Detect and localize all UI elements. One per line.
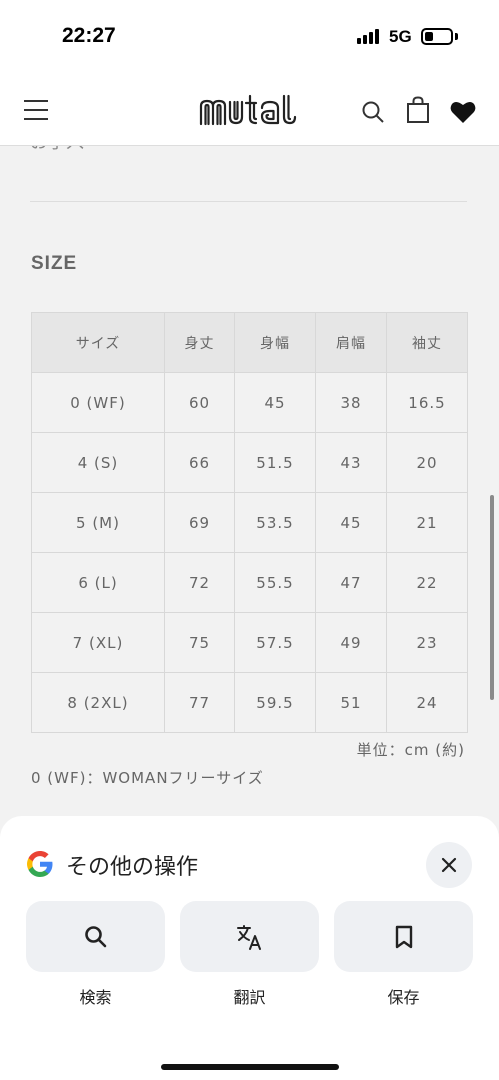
column-header: 肩幅 bbox=[315, 312, 387, 373]
table-cell: 20 bbox=[386, 432, 468, 493]
column-header: 身丈 bbox=[164, 312, 235, 373]
bookmark-icon bbox=[395, 925, 413, 949]
table-header-row: サイズ 身丈 身幅 肩幅 袖丈 bbox=[31, 312, 468, 373]
size-cell: 8 (2XL) bbox=[31, 672, 165, 733]
shopping-bag-icon[interactable] bbox=[406, 96, 430, 124]
status-time: 22:27 bbox=[62, 24, 116, 47]
wf-size-note: 0 (WF)：WOMANフリーサイズ bbox=[31, 769, 264, 787]
table-cell: 69 bbox=[164, 492, 235, 553]
save-action-label: 保存 bbox=[387, 988, 420, 1007]
table-row: 8 (2XL) 77 59.5 51 24 bbox=[31, 672, 468, 733]
size-cell: 4 (S) bbox=[31, 432, 165, 493]
table-cell: 72 bbox=[164, 552, 235, 613]
table-cell: 57.5 bbox=[234, 612, 316, 673]
table-cell: 24 bbox=[386, 672, 468, 733]
table-row: 0 (WF) 60 45 38 16.5 bbox=[31, 372, 468, 433]
hamburger-menu-icon[interactable] bbox=[24, 100, 48, 120]
signal-icon bbox=[357, 29, 379, 44]
google-icon bbox=[27, 851, 53, 877]
table-cell: 60 bbox=[164, 372, 235, 433]
table-cell: 53.5 bbox=[234, 492, 316, 553]
table-cell: 51 bbox=[315, 672, 387, 733]
table-cell: 45 bbox=[315, 492, 387, 553]
table-cell: 23 bbox=[386, 612, 468, 673]
table-cell: 59.5 bbox=[234, 672, 316, 733]
brand-logo[interactable]: muta bbox=[198, 94, 302, 128]
table-cell: 45 bbox=[234, 372, 316, 433]
size-heading: SIZE bbox=[31, 253, 78, 274]
size-cell: 5 (M) bbox=[31, 492, 165, 553]
table-cell: 43 bbox=[315, 432, 387, 493]
table-cell: 21 bbox=[386, 492, 468, 553]
network-type: 5G bbox=[389, 27, 412, 46]
size-cell: 0 (WF) bbox=[31, 372, 165, 433]
battery-cap bbox=[455, 33, 458, 40]
search-action-button[interactable] bbox=[26, 901, 165, 972]
column-header: サイズ bbox=[31, 312, 165, 373]
search-icon bbox=[85, 926, 107, 948]
translate-icon bbox=[237, 925, 261, 950]
favorite-heart-icon[interactable] bbox=[450, 100, 476, 124]
table-cell: 51.5 bbox=[234, 432, 316, 493]
table-cell: 22 bbox=[386, 552, 468, 613]
size-table: サイズ 身丈 身幅 肩幅 袖丈 0 (WF) 60 45 38 16.5 4 (… bbox=[31, 312, 468, 733]
save-action-button[interactable] bbox=[334, 901, 473, 972]
size-cell: 6 (L) bbox=[31, 552, 165, 613]
table-row: 4 (S) 66 51.5 43 20 bbox=[31, 432, 468, 493]
close-icon bbox=[441, 857, 457, 873]
home-indicator[interactable] bbox=[161, 1064, 339, 1070]
table-cell: 77 bbox=[164, 672, 235, 733]
size-cell: 7 (XL) bbox=[31, 612, 165, 673]
table-cell: 16.5 bbox=[386, 372, 468, 433]
scrollbar[interactable] bbox=[490, 495, 494, 700]
table-cell: 38 bbox=[315, 372, 387, 433]
table-cell: 49 bbox=[315, 612, 387, 673]
site-header: muta bbox=[0, 72, 499, 146]
battery-icon bbox=[421, 28, 453, 45]
translate-action-label: 翻訳 bbox=[233, 988, 266, 1007]
more-actions-sheet: その他の操作 検索 翻訳 保存 bbox=[0, 816, 499, 1080]
table-cell: 55.5 bbox=[234, 552, 316, 613]
column-header: 身幅 bbox=[234, 312, 316, 373]
table-cell: 75 bbox=[164, 612, 235, 673]
section-divider bbox=[30, 201, 467, 202]
table-row: 7 (XL) 75 57.5 49 23 bbox=[31, 612, 468, 673]
table-cell: 47 bbox=[315, 552, 387, 613]
close-button[interactable] bbox=[426, 842, 472, 888]
table-row: 6 (L) 72 55.5 47 22 bbox=[31, 552, 468, 613]
sheet-title: その他の操作 bbox=[66, 855, 199, 880]
translate-action-button[interactable] bbox=[180, 901, 319, 972]
search-icon[interactable] bbox=[361, 100, 385, 124]
unit-note: 単位：cm (約) bbox=[356, 741, 465, 759]
column-header: 袖丈 bbox=[386, 312, 468, 373]
search-action-label: 検索 bbox=[79, 988, 112, 1007]
table-cell: 66 bbox=[164, 432, 235, 493]
table-row: 5 (M) 69 53.5 45 21 bbox=[31, 492, 468, 553]
status-bar: 22:27 5G bbox=[0, 0, 499, 72]
